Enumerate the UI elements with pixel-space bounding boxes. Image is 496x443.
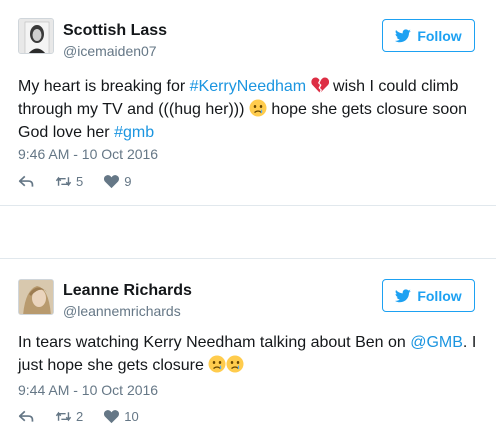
broken-heart-emoji-icon — [310, 77, 329, 93]
reply-button[interactable] — [18, 174, 35, 189]
crying-face-emoji-icon — [249, 99, 267, 117]
like-count: 10 — [124, 409, 139, 424]
tweet-timestamp[interactable]: 9:44 AM - 10 Oct 2016 — [18, 382, 158, 398]
tweet-text: In tears watching Kerry Needham talking … — [18, 331, 478, 377]
tweet-actions: 5 9 — [18, 174, 151, 189]
retweet-icon — [55, 176, 72, 187]
tweet-text-segment: In tears watching Kerry Needham talking … — [18, 334, 411, 351]
reply-button[interactable] — [18, 409, 35, 424]
tweet-timestamp[interactable]: 9:46 AM - 10 Oct 2016 — [18, 146, 158, 162]
retweet-count: 2 — [76, 409, 84, 424]
heart-icon — [104, 410, 120, 424]
heart-icon — [104, 175, 120, 189]
user-handle[interactable]: @icemaiden07 — [63, 43, 157, 59]
avatar-image — [19, 19, 53, 53]
like-count: 9 — [124, 174, 132, 189]
tweet-text-segment: My heart is breaking for — [18, 78, 190, 95]
display-name[interactable]: Leanne Richards — [63, 282, 192, 300]
avatar-image — [19, 280, 53, 314]
tweet-text: My heart is breaking for #KerryNeedham w… — [18, 75, 478, 144]
user-handle[interactable]: @leannemrichards — [63, 303, 181, 319]
tweet-separator — [0, 206, 496, 258]
follow-label: Follow — [417, 27, 462, 44]
avatar[interactable] — [18, 18, 54, 54]
tweet-actions: 2 10 — [18, 409, 159, 424]
reply-icon — [18, 175, 34, 187]
crying-face-emoji-icon — [226, 355, 244, 373]
hashtag-link[interactable]: #gmb — [114, 124, 154, 141]
retweet-button[interactable]: 5 — [55, 174, 83, 189]
reply-icon — [18, 410, 34, 422]
follow-button[interactable]: Follow — [382, 19, 475, 52]
like-button[interactable]: 9 — [103, 174, 131, 189]
avatar[interactable] — [18, 279, 54, 315]
like-button[interactable]: 10 — [103, 409, 139, 424]
follow-button[interactable]: Follow — [382, 279, 475, 312]
mention-link[interactable]: @GMB — [410, 334, 463, 351]
twitter-bird-icon — [395, 28, 412, 42]
display-name[interactable]: Scottish Lass — [63, 22, 167, 40]
hashtag-link[interactable]: #KerryNeedham — [190, 78, 307, 95]
twitter-bird-icon — [395, 288, 412, 302]
retweet-button[interactable]: 2 — [55, 409, 83, 424]
retweet-count: 5 — [76, 174, 84, 189]
crying-face-emoji-icon — [208, 355, 226, 373]
follow-label: Follow — [417, 287, 462, 304]
retweet-icon — [55, 411, 72, 422]
tweet-card: Scottish Lass @icemaiden07 Follow My hea… — [0, 0, 496, 206]
tweet-card: Leanne Richards @leannemrichards Follow … — [0, 258, 496, 443]
